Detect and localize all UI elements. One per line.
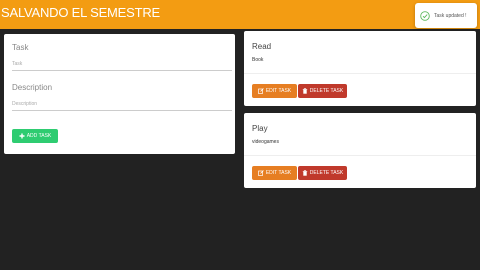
edit-task-button[interactable]: EDIT TASK bbox=[252, 166, 297, 180]
edit-task-label: EDIT TASK bbox=[265, 170, 292, 176]
toast-notification[interactable]: Task updated ! bbox=[415, 3, 477, 28]
edit-icon bbox=[257, 170, 264, 176]
task-title: Play bbox=[252, 124, 268, 133]
navbar: SALVANDO EL SEMESTRE bbox=[0, 0, 480, 29]
toast-message: Task updated ! bbox=[434, 12, 467, 19]
task-card: Play videogames EDIT TASK DELETE TASK bbox=[244, 113, 476, 188]
description-label: Description bbox=[12, 83, 53, 92]
task-card-footer: EDIT TASK DELETE TASK bbox=[244, 73, 476, 106]
add-task-button[interactable]: ADD TASK bbox=[12, 129, 58, 143]
edit-task-label: EDIT TASK bbox=[265, 88, 292, 94]
delete-task-label: DELETE TASK bbox=[309, 88, 344, 94]
task-form-card: Task Description ADD TASK bbox=[4, 34, 235, 154]
edit-task-button[interactable]: EDIT TASK bbox=[252, 84, 297, 98]
trash-icon bbox=[302, 170, 308, 176]
brand-title[interactable]: SALVANDO EL SEMESTRE bbox=[1, 5, 160, 20]
edit-icon bbox=[257, 88, 264, 94]
plus-icon bbox=[19, 133, 25, 139]
task-title-input[interactable] bbox=[12, 58, 232, 71]
task-title: Read bbox=[252, 42, 272, 51]
add-task-label: ADD TASK bbox=[26, 133, 52, 139]
task-card: Read Book EDIT TASK DELETE TASK bbox=[244, 31, 476, 106]
task-description: Book bbox=[252, 57, 264, 63]
task-title-label: Task bbox=[12, 43, 29, 52]
delete-task-button[interactable]: DELETE TASK bbox=[298, 166, 347, 180]
trash-icon bbox=[302, 88, 308, 94]
task-card-footer: EDIT TASK DELETE TASK bbox=[244, 155, 476, 188]
description-input[interactable] bbox=[12, 98, 232, 111]
check-circle-icon bbox=[420, 10, 430, 21]
delete-task-label: DELETE TASK bbox=[309, 170, 344, 176]
delete-task-button[interactable]: DELETE TASK bbox=[298, 84, 347, 98]
task-description: videogames bbox=[252, 139, 279, 145]
